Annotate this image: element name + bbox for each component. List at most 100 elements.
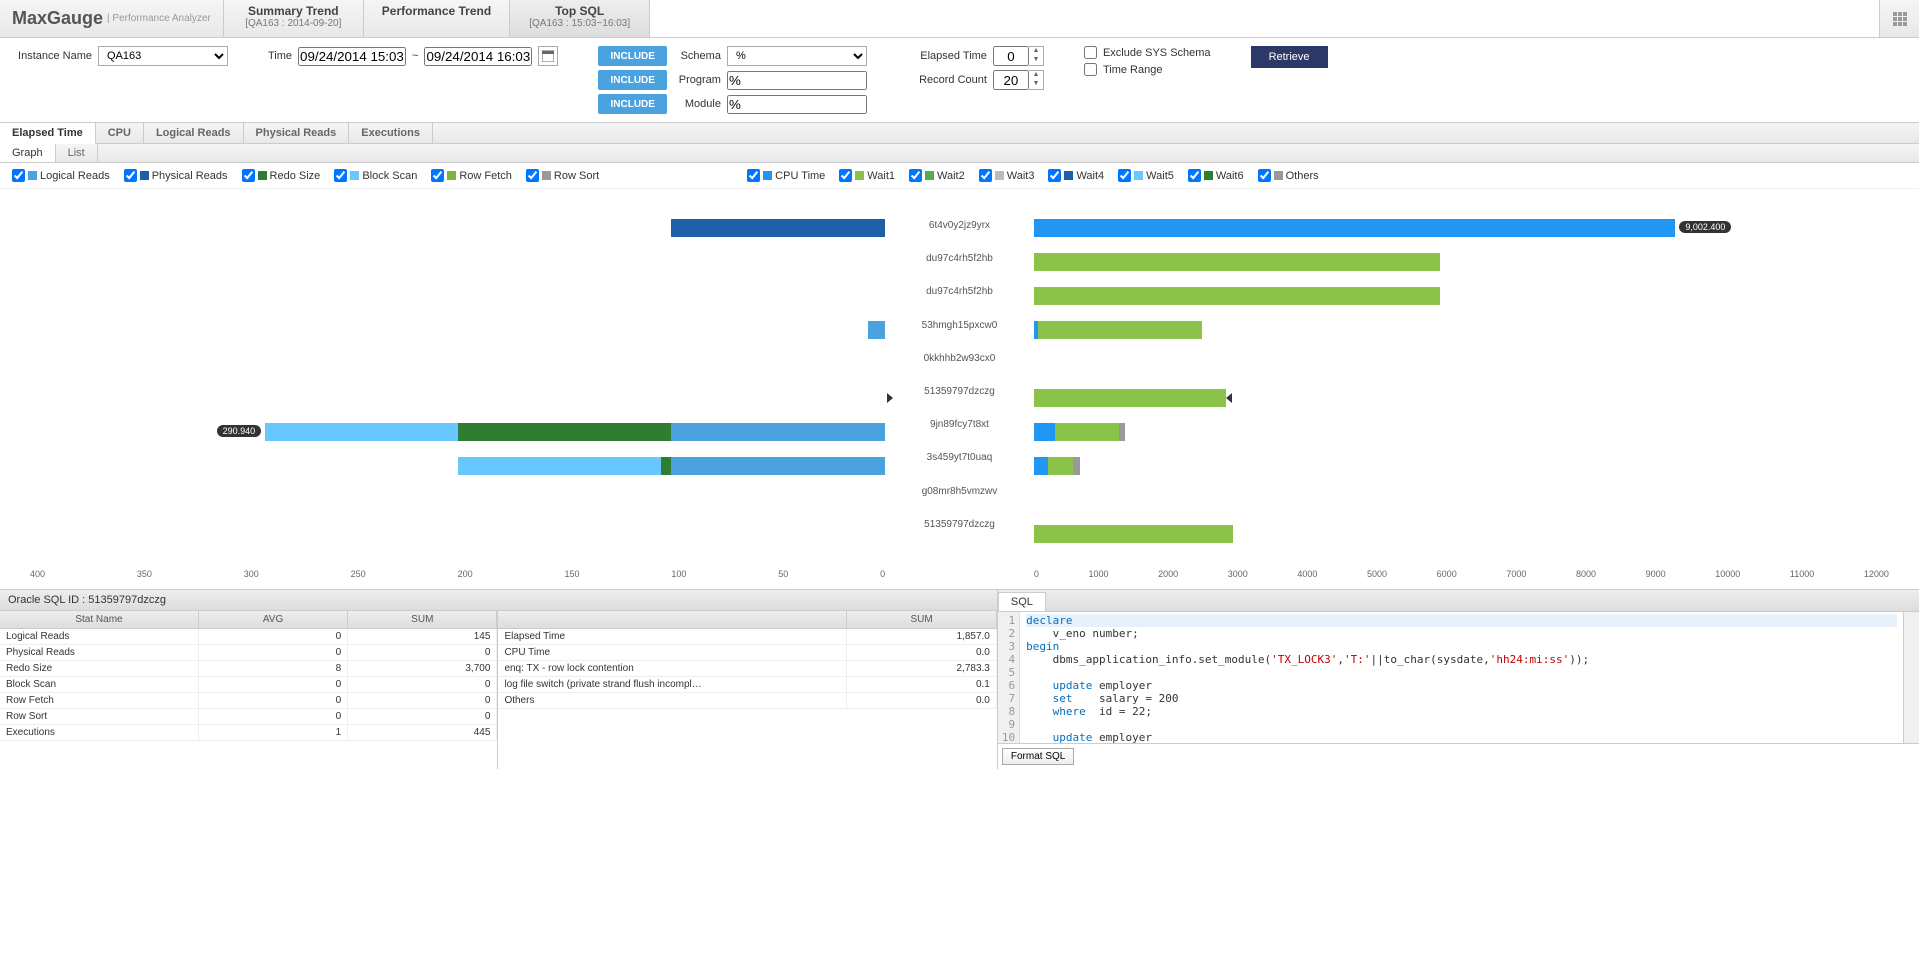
code-body[interactable]: declare v_eno number;begin dbms_applicat… [1020, 612, 1903, 743]
selection-marker-icon [887, 393, 893, 403]
chart-bar-right[interactable] [1034, 389, 1226, 407]
table-row[interactable]: Block Scan00 [0, 677, 497, 693]
program-input[interactable] [727, 71, 867, 90]
chart-right-panel: 9,002.4000100020003000400050006000700080… [1034, 209, 1889, 579]
table-row[interactable]: Executions1445 [0, 725, 497, 741]
instance-label: Instance Name [12, 50, 92, 62]
scrollbar[interactable] [1903, 612, 1919, 743]
table-row[interactable]: Logical Reads0145 [0, 629, 497, 645]
table-row[interactable]: Redo Size83,700 [0, 661, 497, 677]
legend-item[interactable]: Wait3 [979, 169, 1035, 182]
include-module-button[interactable]: INCLUDE [598, 94, 666, 114]
schema-select[interactable]: % [727, 46, 867, 66]
detail-panel: Oracle SQL ID : 51359797dzczg Stat NameA… [0, 590, 998, 769]
elapsed-time-input[interactable] [993, 46, 1029, 66]
program-label: Program [673, 74, 721, 86]
table-row[interactable]: Row Fetch00 [0, 693, 497, 709]
time-to-input[interactable] [424, 47, 532, 66]
chart-labels: 6t4v0y2jz9yrxdu97c4rh5f2hbdu97c4rh5f2hb5… [885, 209, 1034, 579]
module-label: Module [673, 98, 721, 110]
table-row[interactable]: Elapsed Time1,857.0 [498, 629, 996, 645]
chart-bar-left[interactable] [458, 457, 886, 475]
legend-item[interactable]: Wait2 [909, 169, 965, 182]
metric-tab-physical-reads[interactable]: Physical Reads [244, 123, 350, 143]
chart-left-panel: 290.940 400350300250200150100500 [30, 209, 885, 579]
metric-tab-logical-reads[interactable]: Logical Reads [144, 123, 244, 143]
include-program-button[interactable]: INCLUDE [598, 70, 666, 90]
time-label: Time [268, 50, 292, 62]
sql-tab[interactable]: SQL [998, 592, 1046, 611]
chart-row-label: 3s459yt7t0uaq [885, 449, 1034, 482]
tab-top-sql[interactable]: Top SQL [QA163 : 15:03~16:03] [510, 0, 650, 37]
legend-item[interactable]: Physical Reads [124, 169, 228, 182]
sql-id-header: Oracle SQL ID : 51359797dzczg [0, 590, 997, 611]
include-schema-button[interactable]: INCLUDE [598, 46, 666, 66]
time-range-label: Time Range [1103, 64, 1163, 76]
format-sql-button[interactable]: Format SQL [1002, 748, 1074, 765]
legend-item[interactable]: CPU Time [747, 169, 825, 182]
metric-tab-elapsed-time[interactable]: Elapsed Time [0, 123, 96, 144]
table-row[interactable]: Row Sort00 [0, 709, 497, 725]
chart-row-label: du97c4rh5f2hb [885, 250, 1034, 283]
legend-item[interactable]: Block Scan [334, 169, 417, 182]
tab-summary-trend[interactable]: Summary Trend [QA163 : 2014-09-20] [224, 0, 364, 37]
time-range-checkbox[interactable] [1084, 63, 1097, 76]
logo-main: MaxGauge [12, 8, 103, 29]
chart-bar-right[interactable] [1034, 321, 1202, 339]
legend-item[interactable]: Row Sort [526, 169, 599, 182]
time-from-input[interactable] [298, 47, 406, 66]
legend-item[interactable]: Wait4 [1048, 169, 1104, 182]
grid-menu-icon[interactable] [1879, 0, 1919, 37]
chart-bar-left[interactable] [868, 321, 885, 339]
chart-bar-right[interactable] [1034, 253, 1440, 271]
view-tabs: GraphList [0, 144, 1919, 163]
chart-badge: 290.940 [217, 425, 262, 437]
logo-sub: | Performance Analyzer [107, 13, 211, 24]
metric-tab-cpu[interactable]: CPU [96, 123, 144, 143]
chart-bar-left[interactable] [671, 219, 885, 237]
instance-select[interactable]: QA163 [98, 46, 228, 66]
chart-bar-right[interactable] [1034, 525, 1234, 543]
module-input[interactable] [727, 95, 867, 114]
legend-item[interactable]: Wait6 [1188, 169, 1244, 182]
elapsed-spinner[interactable]: ▲▼ [1029, 46, 1044, 66]
retrieve-button[interactable]: Retrieve [1251, 46, 1328, 68]
code-gutter: 1 2 3 4 5 6 7 8 9 10 11 12 13 [998, 612, 1020, 743]
table-row[interactable]: log file switch (private strand flush in… [498, 677, 996, 693]
chart-bar-right[interactable] [1034, 457, 1080, 475]
chart-bar-right[interactable] [1034, 287, 1440, 305]
record-count-label: Record Count [907, 74, 987, 86]
view-tab-list[interactable]: List [56, 144, 98, 162]
chart-bar-right[interactable] [1034, 423, 1125, 441]
table-row[interactable]: CPU Time0.0 [498, 645, 996, 661]
legend-item[interactable]: Row Fetch [431, 169, 512, 182]
record-spinner[interactable]: ▲▼ [1029, 70, 1044, 90]
chart-row-label: 6t4v0y2jz9yrx [885, 217, 1034, 250]
sql-panel: SQL 1 2 3 4 5 6 7 8 9 10 11 12 13 declar… [998, 590, 1919, 769]
chart-bar-right[interactable] [1034, 219, 1675, 237]
legend-item[interactable]: Wait1 [839, 169, 895, 182]
chart-bar-left[interactable] [265, 423, 885, 441]
tab-performance-trend[interactable]: Performance Trend [364, 0, 510, 37]
legend-item[interactable]: Wait5 [1118, 169, 1174, 182]
stat-table: Stat NameAVGSUM Logical Reads0145Physica… [0, 611, 498, 769]
chart-row-label: 0kkhhb2w93cx0 [885, 350, 1034, 383]
table-row[interactable]: Physical Reads00 [0, 645, 497, 661]
table-row[interactable]: enq: TX - row lock contention2,783.3 [498, 661, 996, 677]
chart-row-label: 9jn89fcy7t8xt [885, 416, 1034, 449]
metric-tab-executions[interactable]: Executions [349, 123, 433, 143]
exclude-sys-checkbox[interactable] [1084, 46, 1097, 59]
calendar-icon[interactable] [538, 46, 558, 66]
header-bar: MaxGauge | Performance Analyzer Summary … [0, 0, 1919, 38]
view-tab-graph[interactable]: Graph [0, 144, 56, 162]
legend-item[interactable]: Others [1258, 169, 1319, 182]
table-row[interactable]: Others0.0 [498, 693, 996, 709]
legend: Logical Reads Physical Reads Redo Size B… [0, 163, 1919, 189]
record-count-input[interactable] [993, 70, 1029, 90]
axis-left: 400350300250200150100500 [30, 569, 885, 579]
legend-item[interactable]: Redo Size [242, 169, 321, 182]
legend-item[interactable]: Logical Reads [12, 169, 110, 182]
metric-tabs: Elapsed TimeCPULogical ReadsPhysical Rea… [0, 122, 1919, 144]
wait-table: SUM Elapsed Time1,857.0CPU Time0.0enq: T… [498, 611, 996, 769]
chart-row-label: g08mr8h5vmzwv [885, 483, 1034, 516]
